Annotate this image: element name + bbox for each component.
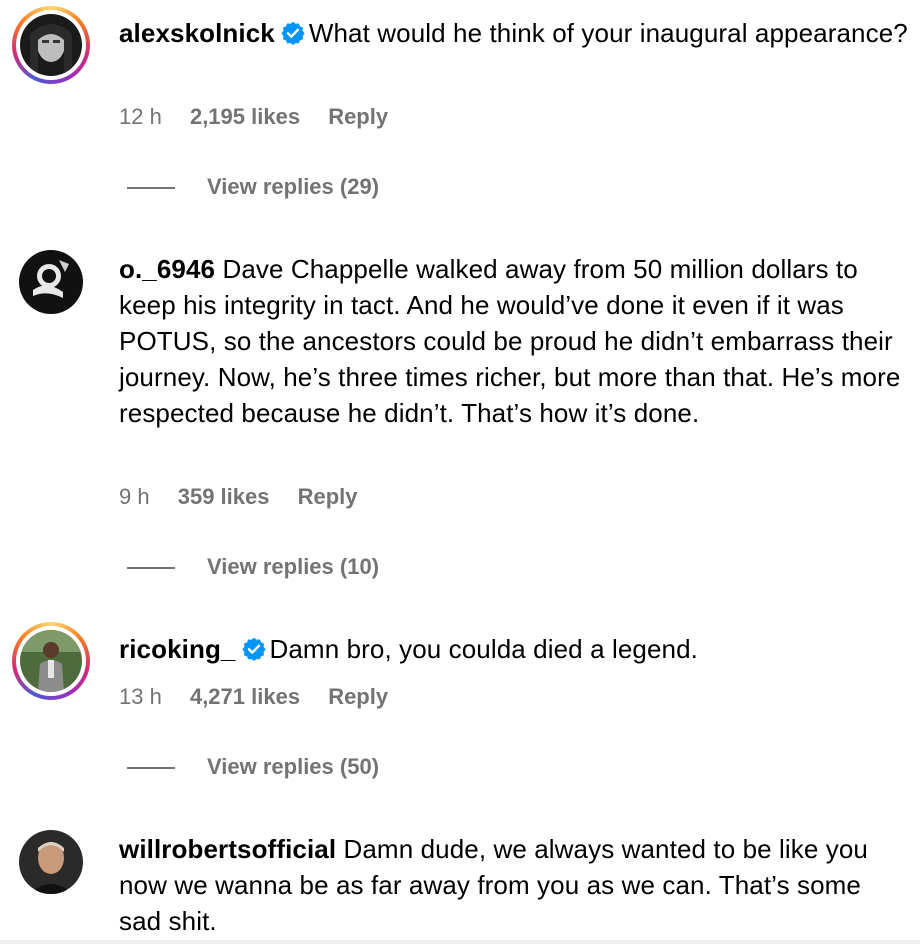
comment-time[interactable]: 9 h <box>119 484 150 509</box>
comment-username[interactable]: o._6946 <box>119 254 215 284</box>
comment-meta: 12 h 2,195 likes Reply <box>119 104 410 130</box>
verified-badge-icon <box>241 634 266 670</box>
avatar-story-ring[interactable] <box>12 622 90 700</box>
comment-time[interactable]: 12 h <box>119 104 162 129</box>
comment-likes[interactable]: 2,195 likes <box>190 104 300 129</box>
avatar[interactable] <box>20 14 82 76</box>
reply-button[interactable]: Reply <box>328 684 388 709</box>
comment-meta: 9 h 359 likes Reply <box>119 484 380 510</box>
view-replies-button[interactable]: View replies (29) <box>127 174 379 200</box>
comment-username[interactable]: willrobertsofficial <box>119 834 336 864</box>
view-replies-button[interactable]: View replies (10) <box>127 554 379 580</box>
comment-likes[interactable]: 359 likes <box>178 484 270 509</box>
view-replies-label: View replies (50) <box>207 754 380 779</box>
avatar-container[interactable] <box>19 250 83 314</box>
comment-likes[interactable]: 4,271 likes <box>190 684 300 709</box>
comment-text-block: alexskolnick What would he think of your … <box>119 15 909 54</box>
comment-meta: 13 h 4,271 likes Reply <box>119 684 410 710</box>
comment-username[interactable]: alexskolnick <box>119 18 275 48</box>
comment-body: What would he think of your inaugural ap… <box>308 18 908 48</box>
replies-divider <box>127 767 175 770</box>
comment-body: Dave Chappelle walked away from 50 milli… <box>119 254 901 428</box>
verified-badge-icon <box>281 18 305 54</box>
avatar[interactable] <box>19 250 83 314</box>
avatar[interactable] <box>19 830 83 894</box>
comment-username[interactable]: ricoking_ <box>119 634 236 664</box>
avatar-story-ring[interactable] <box>12 6 90 84</box>
divider <box>0 940 920 944</box>
comment-text-block: o._6946 Dave Chappelle walked away from … <box>119 251 909 431</box>
view-replies-button[interactable]: View replies (50) <box>127 754 379 780</box>
replies-divider <box>127 187 175 190</box>
replies-divider <box>127 567 175 570</box>
comment-text-block: willrobertsofficial Damn dude, we always… <box>119 831 909 939</box>
comment-time[interactable]: 13 h <box>119 684 162 709</box>
comment-body: Damn bro, you coulda died a legend. <box>269 634 698 664</box>
comment-text-block: ricoking_ Damn bro, you coulda died a leg… <box>119 631 909 670</box>
view-replies-label: View replies (29) <box>207 174 380 199</box>
reply-button[interactable]: Reply <box>328 104 388 129</box>
avatar-container[interactable] <box>19 830 83 894</box>
avatar[interactable] <box>20 630 82 692</box>
view-replies-label: View replies (10) <box>207 554 380 579</box>
reply-button[interactable]: Reply <box>298 484 358 509</box>
